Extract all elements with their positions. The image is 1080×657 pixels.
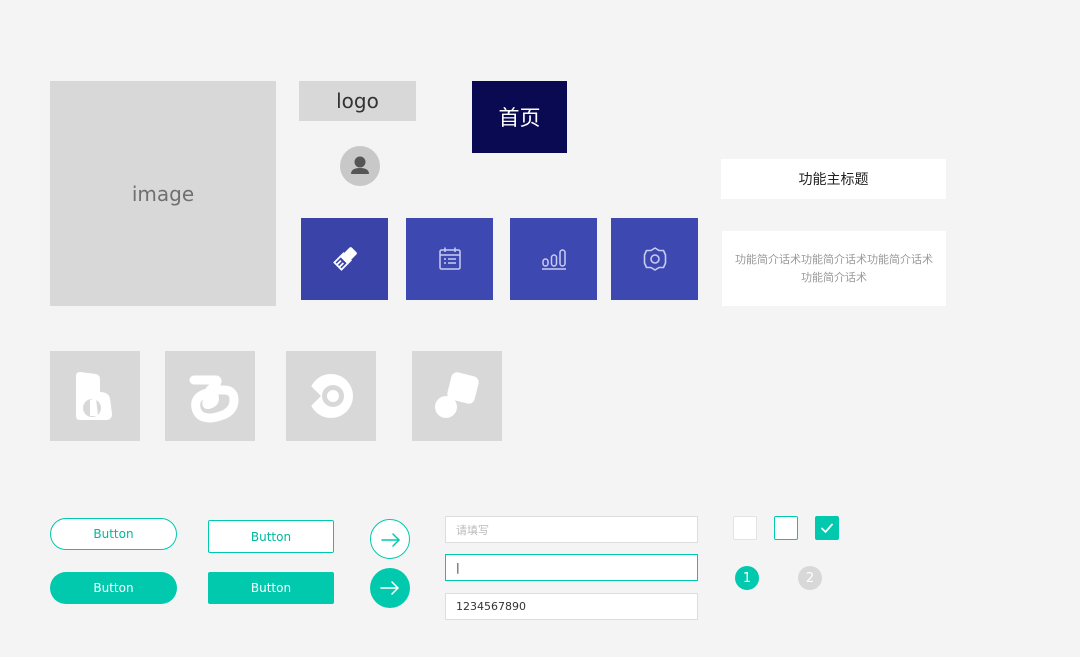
feature-tile-calendar[interactable] bbox=[406, 218, 493, 300]
checkbox-default[interactable] bbox=[733, 516, 757, 540]
app-icon-tile-swirl[interactable] bbox=[165, 351, 255, 441]
text-input-empty[interactable]: 请填写 bbox=[445, 516, 698, 543]
pill-filled-button[interactable]: Button bbox=[50, 572, 177, 604]
next-filled-button[interactable] bbox=[370, 568, 410, 608]
text-input-focused[interactable]: | bbox=[445, 554, 698, 581]
feature-main-title: 功能主标题 bbox=[721, 159, 946, 199]
settings-gear-icon bbox=[643, 247, 666, 271]
feature-tile-chart[interactable] bbox=[510, 218, 597, 300]
rect-filled-button[interactable]: Button bbox=[208, 572, 334, 604]
checkbox-checked[interactable] bbox=[815, 516, 839, 540]
rect-outline-button[interactable]: Button bbox=[208, 520, 334, 553]
image-placeholder-label: image bbox=[131, 181, 195, 206]
input-cursor: | bbox=[456, 561, 460, 574]
step-indicator-inactive[interactable]: 2 bbox=[798, 566, 822, 590]
checkmark-icon bbox=[821, 523, 833, 533]
app-icon-tile-document[interactable] bbox=[50, 351, 140, 441]
bar-chart-icon bbox=[541, 249, 566, 270]
avatar[interactable] bbox=[340, 146, 380, 186]
feature-description-text: 功能简介话术功能简介话术功能简介话术功能简介话术 bbox=[735, 252, 933, 284]
app-icon-tile-target[interactable] bbox=[286, 351, 376, 441]
app-icon-tile-shapes[interactable] bbox=[412, 351, 502, 441]
home-nav-label: 首页 bbox=[498, 106, 541, 130]
checkbox-hover[interactable] bbox=[774, 516, 798, 540]
swirl-shape-icon bbox=[189, 375, 239, 423]
arrow-right-icon bbox=[380, 581, 399, 595]
paint-brush-icon bbox=[332, 247, 357, 271]
pill-outline-button[interactable]: Button bbox=[50, 518, 177, 550]
logo-placeholder: logo bbox=[299, 81, 416, 121]
calendar-list-icon bbox=[438, 247, 461, 270]
rounded-square-circle-icon bbox=[435, 372, 479, 418]
input-placeholder-text: 请填写 bbox=[456, 523, 489, 537]
feature-tile-brush[interactable] bbox=[301, 218, 388, 300]
feature-main-title-text: 功能主标题 bbox=[798, 172, 869, 188]
image-placeholder: image bbox=[50, 81, 276, 306]
user-icon bbox=[351, 156, 369, 174]
input-value-text: 1234567890 bbox=[456, 600, 526, 613]
feature-description: 功能简介话术功能简介话术功能简介话术功能简介话术 bbox=[722, 231, 946, 306]
logo-placeholder-label: logo bbox=[336, 89, 379, 113]
next-outline-button[interactable] bbox=[370, 519, 410, 559]
step-indicator-active[interactable]: 1 bbox=[735, 566, 759, 590]
text-input-filled[interactable]: 1234567890 bbox=[445, 593, 698, 620]
feature-tile-settings[interactable] bbox=[611, 218, 698, 300]
document-shape-icon bbox=[76, 372, 112, 420]
arrow-right-icon bbox=[381, 533, 400, 547]
home-nav-button[interactable]: 首页 bbox=[472, 81, 567, 153]
target-shape-icon bbox=[307, 374, 353, 418]
